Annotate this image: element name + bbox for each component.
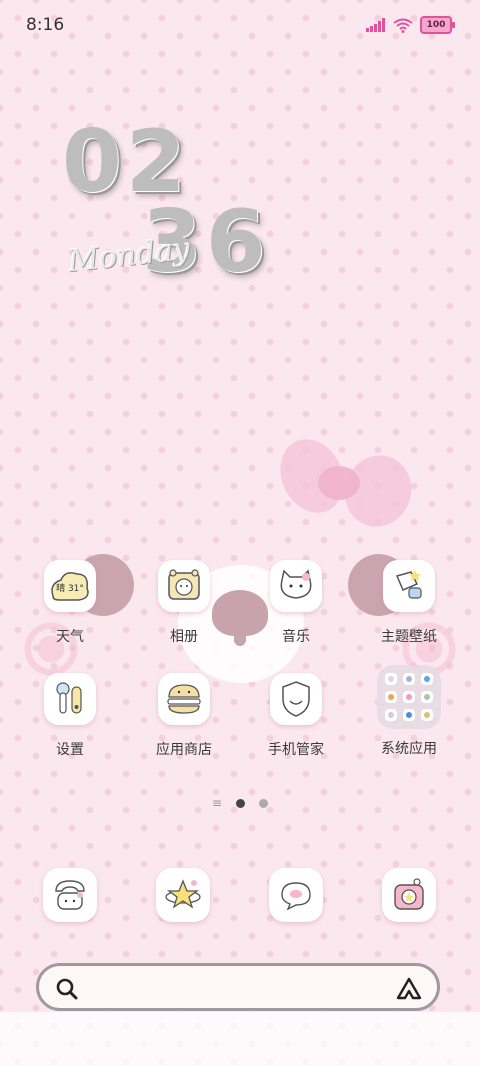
app-label: 音乐 (282, 629, 310, 645)
status-time: 8:16 (26, 15, 65, 35)
app-themes[interactable]: 主题壁纸 (359, 560, 459, 646)
messages-icon (281, 882, 311, 911)
app-label: 相册 (170, 629, 198, 645)
wallpaper-bow-right (334, 445, 422, 537)
battery-level: 100 (426, 20, 446, 30)
weather-badge: 晴 31° (56, 582, 84, 594)
page-list-icon[interactable]: ≡ (212, 796, 222, 810)
wallpaper-bow-left (268, 428, 356, 524)
app-label: 应用商店 (156, 742, 212, 758)
gallery-icon (158, 560, 210, 612)
bottom-band (0, 1012, 480, 1066)
wallpaper-bear-mouth (234, 620, 246, 646)
app-label: 天气 (56, 629, 84, 645)
app-label: 设置 (56, 742, 84, 758)
assistant-icon[interactable] (395, 976, 423, 1002)
app-label: 主题壁纸 (381, 629, 437, 645)
app-settings[interactable]: 设置 (20, 673, 120, 759)
status-icons: 100 (366, 16, 455, 34)
weather-icon: 晴 31° (44, 560, 96, 612)
settings-icon (44, 673, 96, 725)
dock-star-app[interactable] (156, 868, 210, 922)
system-apps-folder-icon (377, 665, 441, 729)
phone-manager-icon (270, 673, 322, 725)
wifi-icon (393, 18, 413, 33)
app-system-apps-folder[interactable]: 系统应用 (359, 665, 459, 758)
app-app-store[interactable]: 应用商店 (134, 673, 234, 759)
app-gallery[interactable]: 相册 (134, 560, 234, 646)
star-planet-icon (165, 879, 201, 909)
dock-phone[interactable] (43, 868, 97, 922)
camera-icon (394, 878, 424, 910)
app-label: 系统应用 (381, 741, 437, 757)
dock-messages[interactable] (269, 868, 323, 922)
search-icon[interactable] (55, 977, 79, 1001)
music-icon (270, 560, 322, 612)
status-bar: 8:16 100 (0, 0, 480, 50)
phone-icon (55, 880, 85, 910)
dock-camera[interactable] (382, 868, 436, 922)
themes-icon (383, 560, 435, 612)
app-label: 手机管家 (268, 742, 324, 758)
search-bar[interactable] (36, 963, 440, 1011)
app-music[interactable]: 音乐 (246, 560, 346, 646)
signal-icon (366, 18, 385, 32)
wallpaper-bow-knot (318, 466, 360, 500)
battery-icon: 100 (420, 16, 455, 34)
app-store-icon (158, 673, 210, 725)
app-weather[interactable]: 晴 31° 天气 (20, 560, 120, 646)
page-dot-2[interactable] (259, 798, 269, 808)
app-phone-manager[interactable]: 手机管家 (246, 673, 346, 759)
page-dot-1[interactable] (236, 798, 246, 808)
page-indicator[interactable]: ≡ (0, 796, 480, 810)
